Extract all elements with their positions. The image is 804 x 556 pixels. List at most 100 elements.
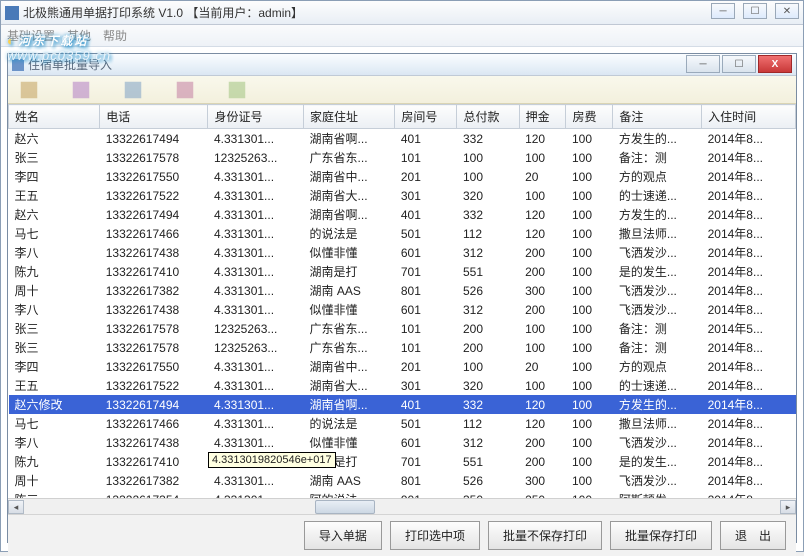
- inner-minimize-button[interactable]: ─: [686, 55, 720, 73]
- inner-titlebar[interactable]: 住宿单批量导入 ─ ☐ X: [8, 54, 796, 76]
- inner-close-button[interactable]: X: [758, 55, 792, 73]
- minimize-button[interactable]: ─: [711, 3, 735, 19]
- table-row[interactable]: 李四133226175504.331301...湖南省中...201100201…: [9, 167, 796, 186]
- table-cell: 4.331301...: [208, 262, 304, 281]
- column-header[interactable]: 押金: [519, 105, 566, 129]
- table-cell: 湖南 AAS: [304, 471, 395, 490]
- column-header[interactable]: 入住时间: [702, 105, 796, 129]
- table-cell: 撒旦法师...: [613, 414, 702, 433]
- table-cell: 200: [457, 338, 519, 357]
- print-selected-button[interactable]: 打印选中项: [390, 521, 480, 550]
- table-cell: 12325263...: [208, 338, 304, 357]
- table-cell: 100: [566, 357, 613, 376]
- table-row[interactable]: 李八133226174384.331301...似懂非懂601312200100…: [9, 433, 796, 452]
- table-cell: 300: [519, 471, 566, 490]
- table-cell: 101: [395, 319, 457, 338]
- app-icon: [5, 6, 19, 20]
- table-cell: 301: [395, 376, 457, 395]
- table-row[interactable]: 马七133226174664.331301...的说法是501112120100…: [9, 224, 796, 243]
- table-row[interactable]: 赵六133226174944.331301...湖南省啊...401332120…: [9, 205, 796, 224]
- table-row[interactable]: 李八133226174384.331301...似懂非懂601312200100…: [9, 300, 796, 319]
- table-cell: 13322617382: [100, 281, 208, 300]
- menu-item[interactable]: 其他: [67, 27, 91, 44]
- table-row[interactable]: 王五133226175224.331301...湖南省大...301320100…: [9, 186, 796, 205]
- column-header[interactable]: 家庭住址: [304, 105, 395, 129]
- column-header[interactable]: 房间号: [395, 105, 457, 129]
- table-cell: 13322617578: [100, 338, 208, 357]
- table-cell: 方发生的...: [613, 205, 702, 224]
- table-cell: 100: [566, 414, 613, 433]
- data-table-wrap[interactable]: 姓名电话身份证号家庭住址房间号总付款押金房费备注入住时间 赵六133226174…: [8, 104, 796, 498]
- horizontal-scrollbar[interactable]: ◂ ▸: [8, 498, 796, 514]
- inner-window-controls: ─ ☐ X: [684, 55, 792, 73]
- data-table: 姓名电话身份证号家庭住址房间号总付款押金房费备注入住时间 赵六133226174…: [8, 104, 796, 498]
- table-row[interactable]: 李四133226175504.331301...湖南省中...201100201…: [9, 357, 796, 376]
- tool-icon[interactable]: [122, 79, 144, 101]
- column-header[interactable]: 总付款: [457, 105, 519, 129]
- inner-maximize-button[interactable]: ☐: [722, 55, 756, 73]
- table-cell: 200: [519, 300, 566, 319]
- table-cell: 飞洒发沙...: [613, 243, 702, 262]
- column-header[interactable]: 房费: [566, 105, 613, 129]
- table-row[interactable]: 张三1332261757812325263...广东省东...101200100…: [9, 319, 796, 338]
- table-row[interactable]: 马七133226174664.331301...的说法是501112120100…: [9, 414, 796, 433]
- menu-item[interactable]: 帮助: [103, 27, 127, 44]
- column-header[interactable]: 姓名: [9, 105, 100, 129]
- table-cell: 2014年8...: [702, 300, 796, 319]
- table-row[interactable]: 张三1332261757812325263...广东省东...101200100…: [9, 338, 796, 357]
- table-cell: 湖南省啊...: [304, 395, 395, 414]
- table-cell: 2014年8...: [702, 167, 796, 186]
- table-cell: 飞洒发沙...: [613, 471, 702, 490]
- table-cell: 100: [519, 148, 566, 167]
- exit-button[interactable]: 退 出: [720, 521, 786, 550]
- tool-icon[interactable]: [18, 79, 40, 101]
- table-cell: 100: [566, 433, 613, 452]
- bulk-nosave-print-button[interactable]: 批量不保存打印: [488, 521, 602, 550]
- table-cell: 4.331301...: [208, 357, 304, 376]
- table-cell: 701: [395, 262, 457, 281]
- table-cell: 100: [566, 186, 613, 205]
- scroll-left-arrow-icon[interactable]: ◂: [8, 500, 24, 514]
- table-cell: 2014年5...: [702, 319, 796, 338]
- table-cell: 备注：测: [613, 319, 702, 338]
- table-cell: 备注：测: [613, 338, 702, 357]
- import-single-button[interactable]: 导入单据: [304, 521, 382, 550]
- menu-item[interactable]: 基础设置: [7, 27, 55, 44]
- table-cell: 4.331301...: [208, 433, 304, 452]
- table-cell: 湖南省啊...: [304, 129, 395, 149]
- table-cell: 4.331301...: [208, 224, 304, 243]
- column-header[interactable]: 备注: [613, 105, 702, 129]
- table-cell: 300: [519, 281, 566, 300]
- scroll-thumb[interactable]: [315, 500, 375, 514]
- tool-icon[interactable]: [226, 79, 248, 101]
- table-row[interactable]: 李八133226174384.331301...似懂非懂601312200100…: [9, 243, 796, 262]
- outer-menubar: 基础设置 其他 帮助: [1, 25, 803, 47]
- table-row[interactable]: 张三1332261757812325263...广东省东...101100100…: [9, 148, 796, 167]
- table-cell: 20: [519, 167, 566, 186]
- table-row[interactable]: 赵六修改133226174944.331301...湖南省啊...4013321…: [9, 395, 796, 414]
- table-row[interactable]: 周十133226173824.331301...湖南 AAS8015263001…: [9, 281, 796, 300]
- column-header[interactable]: 身份证号: [208, 105, 304, 129]
- table-cell: 13322617466: [100, 224, 208, 243]
- table-row[interactable]: 陈九133226174104.331301...4.3313019820546e…: [9, 452, 796, 471]
- table-cell: 2014年8...: [702, 148, 796, 167]
- table-row[interactable]: 周十133226173824.331301...湖南 AAS8015263001…: [9, 471, 796, 490]
- table-row[interactable]: 王五133226175224.331301...湖南省大...301320100…: [9, 376, 796, 395]
- table-cell: 湖南省大...: [304, 376, 395, 395]
- column-header[interactable]: 电话: [100, 105, 208, 129]
- table-cell: 20: [519, 357, 566, 376]
- table-cell: 马七: [9, 224, 100, 243]
- close-button[interactable]: ✕: [775, 3, 799, 19]
- tool-icon[interactable]: [174, 79, 196, 101]
- table-row[interactable]: 陈三133226173544.331301...阿的说法...901350250…: [9, 490, 796, 498]
- table-row[interactable]: 陈九133226174104.331301...湖南是打701551200100…: [9, 262, 796, 281]
- table-cell: 似懂非懂: [304, 300, 395, 319]
- scroll-track[interactable]: [40, 500, 764, 514]
- table-cell: 100: [566, 129, 613, 149]
- bulk-save-print-button[interactable]: 批量保存打印: [610, 521, 712, 550]
- tool-icon[interactable]: [70, 79, 92, 101]
- maximize-button[interactable]: ☐: [743, 3, 767, 19]
- table-row[interactable]: 赵六133226174944.331301...湖南省啊...401332120…: [9, 129, 796, 149]
- outer-titlebar[interactable]: 北极熊通用单据打印系统 V1.0 【当前用户：admin】 ─ ☐ ✕: [1, 1, 803, 25]
- scroll-right-arrow-icon[interactable]: ▸: [780, 500, 796, 514]
